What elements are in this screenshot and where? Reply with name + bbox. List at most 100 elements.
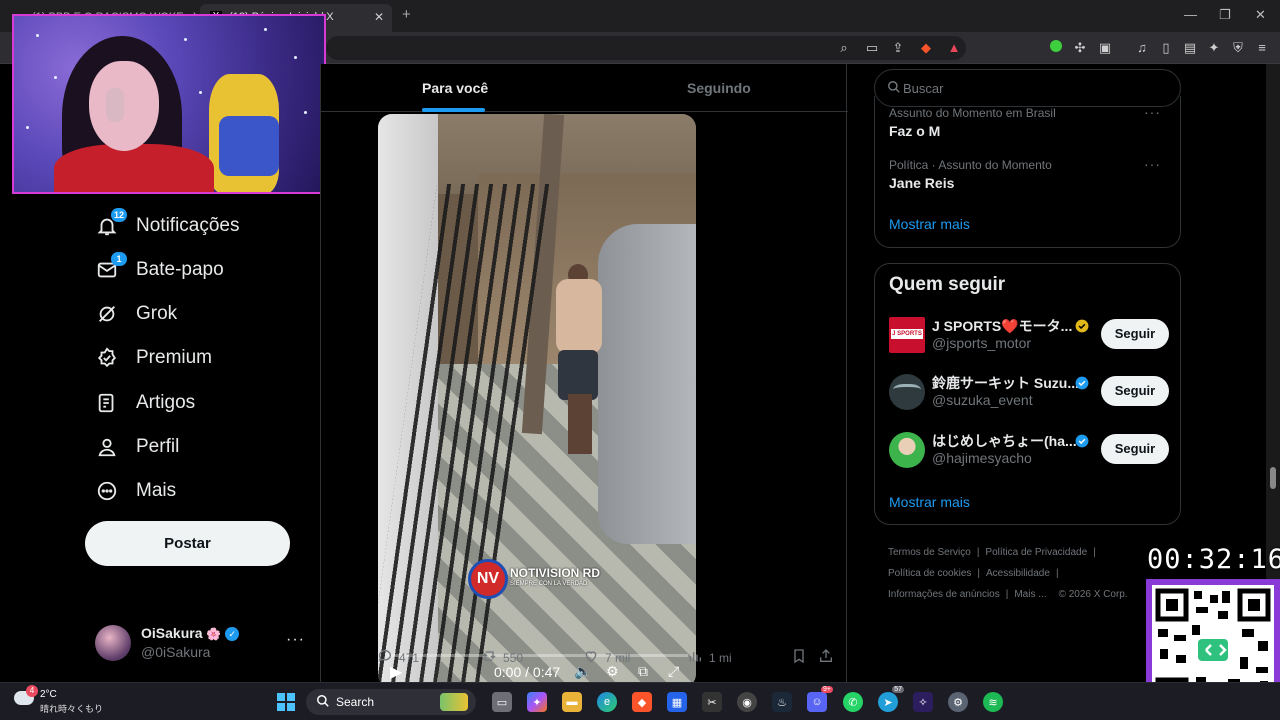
footer-link-accessibility[interactable]: Acessibilidade xyxy=(986,568,1050,579)
follow-suggestion[interactable]: 鈴鹿サーキット Suzu... @suzuka_event Seguir xyxy=(889,372,1169,412)
plush-toy-body xyxy=(219,116,279,176)
maximize-icon[interactable]: ❐ xyxy=(1219,7,1231,23)
microsoft-store-icon[interactable]: ▦ xyxy=(667,692,687,712)
cast-icon[interactable]: ▭ xyxy=(864,40,880,56)
copilot-icon[interactable]: ✦ xyxy=(527,692,547,712)
more-options-icon[interactable]: ··· xyxy=(1144,156,1161,172)
suggestion-handle: @suzuka_event xyxy=(932,392,1033,408)
article-icon xyxy=(95,391,119,415)
new-tab-plus-icon[interactable]: + xyxy=(402,6,411,23)
reply-button[interactable]: 471 xyxy=(377,648,419,668)
nav-label: Mais xyxy=(136,480,177,501)
screenshot-icon[interactable]: ▣ xyxy=(1097,40,1113,56)
more-options-icon[interactable]: ··· xyxy=(286,631,305,649)
tab-for-you[interactable]: Para você xyxy=(422,64,488,112)
streamer-shirt xyxy=(54,144,214,192)
chat-count-badge: 1 xyxy=(111,252,127,266)
brave-shield-icon[interactable]: ◆ xyxy=(918,40,934,56)
weather-widget[interactable]: 4 2°C 晴れ時々くもり xyxy=(14,685,124,717)
footer-link-privacy[interactable]: Política de Privacidade xyxy=(985,547,1087,558)
nav-item-notifications[interactable]: 12 Notificações xyxy=(95,208,240,241)
active-tab-indicator xyxy=(422,108,485,112)
follow-suggestion[interactable]: はじめしゃちょー(ha... @hajimesyacho Seguir xyxy=(889,430,1169,470)
like-count: 7 mil xyxy=(605,651,631,665)
views-button[interactable]: 1 mi xyxy=(687,648,732,668)
bookmark-button[interactable] xyxy=(791,648,813,668)
extension-status-icon[interactable] xyxy=(1048,40,1064,56)
nav-item-profile[interactable]: Perfil xyxy=(95,432,179,462)
footer-link-cookies[interactable]: Política de cookies xyxy=(888,568,971,579)
taskbar: 4 2°C 晴れ時々くもり Search ▭ ✦ ▬ e ◆ ▦ ✂ ◉ ♨ ☺… xyxy=(0,682,1280,720)
nav-label: Grok xyxy=(136,303,178,324)
scrollbar-thumb[interactable] xyxy=(1270,467,1276,489)
footer-link-more[interactable]: Mais ... xyxy=(1014,589,1046,600)
follow-suggestion[interactable]: J SPORTS J SPORTS❤️モータ... @jsports_motor… xyxy=(889,315,1169,355)
close-window-icon[interactable]: ✕ xyxy=(1255,7,1266,23)
capcut-icon[interactable]: ✂ xyxy=(702,692,722,712)
nav-item-premium[interactable]: Premium xyxy=(95,343,212,373)
search-box[interactable] xyxy=(874,69,1181,107)
discord-icon[interactable]: ☺ 9+ xyxy=(807,686,833,712)
mail-icon: 1 xyxy=(95,252,127,282)
reply-icon xyxy=(377,648,393,668)
account-switcher[interactable]: OiSakura 🌸 ✓ @0iSakura ··· xyxy=(95,623,305,663)
share-icon[interactable]: ⇪ xyxy=(890,40,906,56)
extensions-icon[interactable]: ✣ xyxy=(1072,40,1088,56)
nav-label: Artigos xyxy=(136,392,196,413)
trend-name: Faz o M xyxy=(889,123,941,139)
footer-link-terms[interactable]: Termos de Serviço xyxy=(888,547,971,558)
suggestion-handle: @jsports_motor xyxy=(932,335,1032,351)
trend-item[interactable]: Política · Assunto do Momento Jane Reis … xyxy=(889,156,1169,191)
streamer-face xyxy=(89,61,159,151)
view-count: 1 mi xyxy=(709,651,732,665)
share-button[interactable] xyxy=(818,648,840,668)
show-more-follows-link[interactable]: Mostrar mais xyxy=(889,494,970,510)
spotify-icon[interactable]: ≋ xyxy=(983,692,1003,712)
task-view-icon[interactable]: ▭ xyxy=(492,692,512,712)
minimize-icon[interactable]: — xyxy=(1184,7,1197,22)
close-tab-icon[interactable]: ✕ xyxy=(374,4,384,30)
obs-icon[interactable]: ◉ xyxy=(737,692,757,712)
nav-label: Premium xyxy=(136,347,213,368)
search-icon xyxy=(316,694,330,713)
zoom-icon[interactable]: ⌕ xyxy=(836,40,852,56)
video-car xyxy=(598,224,696,544)
avatar xyxy=(95,625,131,661)
account-display-name: OiSakura xyxy=(141,625,203,641)
media-icon[interactable]: ♫ xyxy=(1134,40,1150,56)
sidebar-toggle-icon[interactable]: ▯ xyxy=(1158,40,1174,56)
trend-item[interactable]: Assunto do Momento em Brasil Faz o M ··· xyxy=(889,104,1169,139)
follow-button[interactable]: Seguir xyxy=(1101,376,1169,406)
follow-button[interactable]: Seguir xyxy=(1101,434,1169,464)
show-more-trends-link[interactable]: Mostrar mais xyxy=(889,216,970,232)
windows-start-icon[interactable] xyxy=(276,692,296,712)
watermark-subtext: SIEMPRE CON LA VERDAD xyxy=(510,581,588,587)
leo-ai-icon[interactable]: ✦ xyxy=(1206,40,1222,56)
post-button[interactable]: Postar xyxy=(85,521,290,566)
wallet-icon[interactable]: ▤ xyxy=(1182,40,1198,56)
nav-item-more[interactable]: Mais xyxy=(95,476,176,506)
tab-following[interactable]: Seguindo xyxy=(687,64,751,112)
brave-rewards-icon[interactable]: ▲ xyxy=(946,40,962,56)
repost-button[interactable]: 550 xyxy=(481,648,523,668)
follow-button[interactable]: Seguir xyxy=(1101,319,1169,349)
telegram-icon[interactable]: ➤ 57 xyxy=(878,686,904,712)
footer-link-ads-info[interactable]: Informações de anúncios xyxy=(888,589,1000,600)
nav-item-articles[interactable]: Artigos xyxy=(95,388,195,418)
ai-app-icon[interactable]: ✧ xyxy=(913,692,933,712)
like-button[interactable]: 7 mil xyxy=(583,648,630,668)
vpn-icon[interactable]: ⛨ xyxy=(1230,40,1246,56)
nav-label: Bate-papo xyxy=(136,259,224,280)
menu-icon[interactable]: ≡ xyxy=(1254,40,1270,56)
settings-gear-icon[interactable]: ⚙ xyxy=(948,692,968,712)
whatsapp-icon[interactable]: ✆ xyxy=(843,692,863,712)
brave-icon[interactable]: ◆ xyxy=(632,692,652,712)
steam-icon[interactable]: ♨ xyxy=(772,692,792,712)
edge-icon[interactable]: e xyxy=(597,692,617,712)
search-input[interactable] xyxy=(903,70,1163,106)
post-video[interactable]: NV NOTIVISION RD SIEMPRE CON LA VERDAD ▶… xyxy=(378,114,696,688)
nav-item-grok[interactable]: Grok xyxy=(95,299,177,329)
taskbar-search[interactable]: Search xyxy=(306,689,476,715)
file-explorer-icon[interactable]: ▬ xyxy=(562,692,582,712)
nav-item-chat[interactable]: 1 Bate-papo xyxy=(95,252,224,285)
